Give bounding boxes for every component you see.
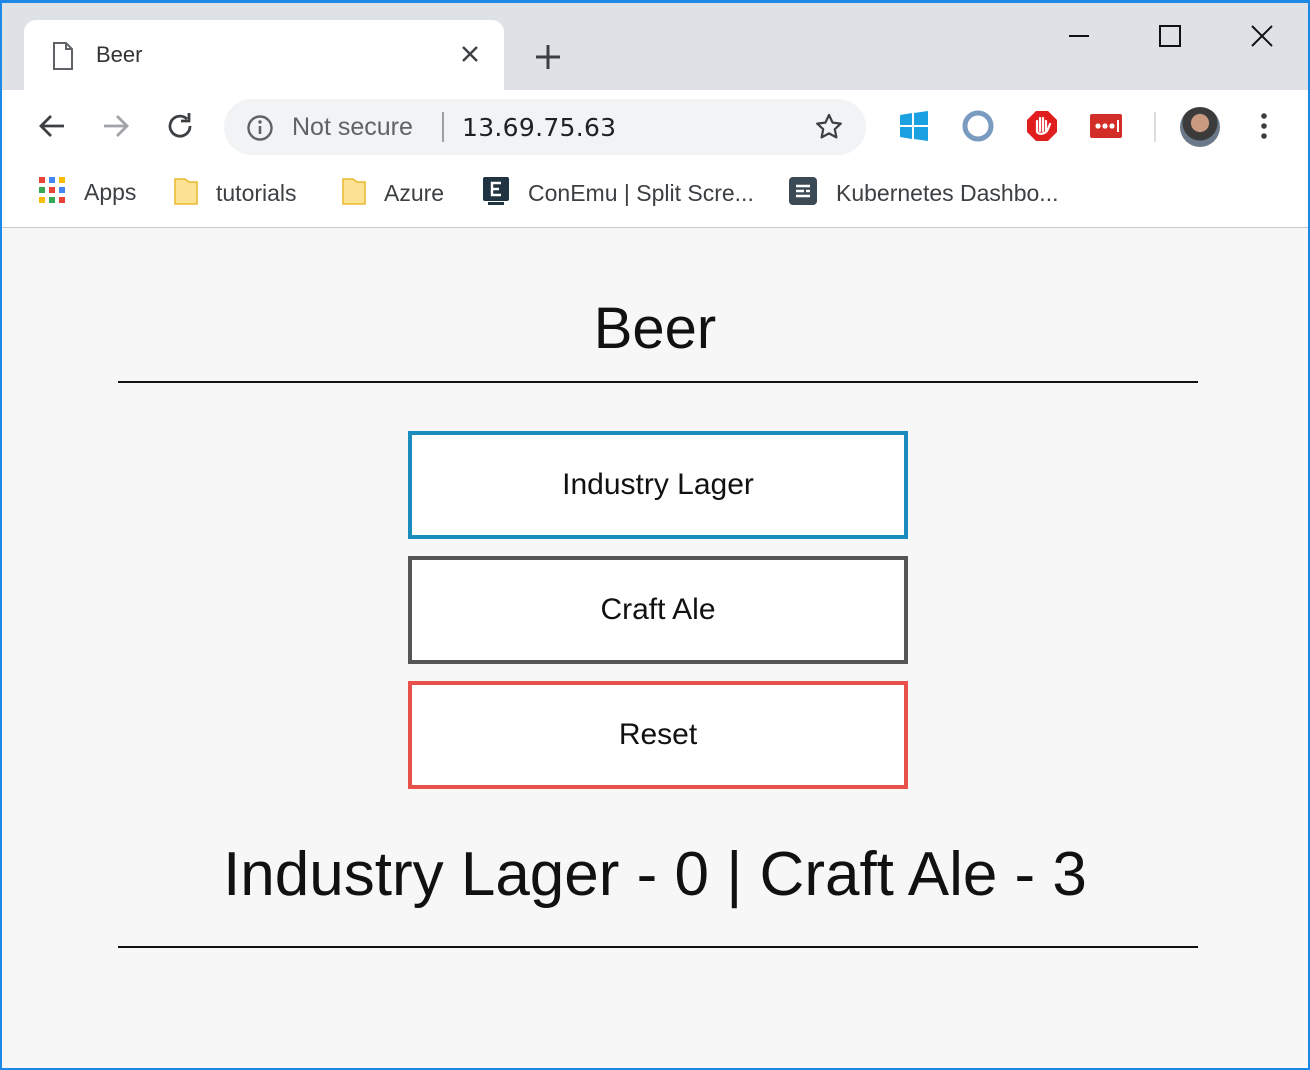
security-label: Not secure: [292, 113, 413, 141]
url-text[interactable]: 13.69.75.63: [462, 113, 616, 142]
close-window-icon[interactable]: [1251, 25, 1273, 52]
page-icon: [52, 42, 74, 75]
more-menu-icon[interactable]: [1254, 110, 1274, 147]
craft-ale-button[interactable]: Craft Ale: [408, 556, 908, 664]
page-content: Beer Industry Lager Craft Ale Reset Indu…: [2, 229, 1308, 1068]
bookmark-star-icon[interactable]: [814, 112, 844, 147]
industry-lager-button[interactable]: Industry Lager: [408, 431, 908, 539]
toolbar-separator: [1154, 112, 1156, 142]
bookmark-label: tutorials: [216, 180, 297, 206]
bookmark-label: Kubernetes Dashbo...: [836, 180, 1059, 206]
browser-toolbar: Not secure 13.69.75.63: [2, 90, 1308, 162]
bookmark-label: ConEmu | Split Scre...: [528, 180, 754, 206]
tab-strip: Beer: [2, 3, 1308, 90]
lastpass-icon[interactable]: [1090, 110, 1122, 142]
maximize-icon[interactable]: [1159, 25, 1181, 52]
tab-beer[interactable]: Beer: [24, 20, 504, 90]
folder-icon: [174, 176, 198, 211]
bookmark-apps[interactable]: Apps: [38, 176, 136, 209]
info-icon[interactable]: [246, 114, 274, 147]
new-tab-icon[interactable]: [534, 43, 562, 76]
vote-results: Industry Lager - 0 | Craft Ale - 3: [223, 840, 1087, 909]
bookmark-azure[interactable]: Azure: [342, 176, 444, 211]
back-arrow-icon[interactable]: [36, 110, 68, 147]
bookmark-conemu[interactable]: ConEmu | Split Scre...: [482, 176, 754, 211]
folder-icon: [342, 176, 366, 211]
reset-button[interactable]: Reset: [408, 681, 908, 789]
divider-top: [118, 381, 1198, 383]
kubernetes-dashboard-icon: [788, 176, 818, 211]
conemu-icon: [482, 176, 510, 211]
minimize-icon[interactable]: [1068, 25, 1090, 52]
close-tab-icon[interactable]: [460, 44, 480, 69]
windows-icon[interactable]: [898, 110, 930, 142]
bookmark-tutorials[interactable]: tutorials: [174, 176, 297, 211]
forward-arrow-icon[interactable]: [100, 110, 132, 147]
bookmark-label: Apps: [84, 179, 137, 205]
adblock-icon[interactable]: [1026, 110, 1058, 142]
profile-avatar[interactable]: [1180, 107, 1220, 147]
address-bar[interactable]: Not secure 13.69.75.63: [224, 99, 866, 155]
reload-icon[interactable]: [164, 110, 196, 147]
apps-grid-icon: [38, 176, 66, 209]
extension-ring-icon[interactable]: [962, 110, 994, 142]
tab-title: Beer: [96, 42, 143, 67]
bookmarks-bar: Apps tutorials Azure ConEmu | Split Scre…: [2, 162, 1308, 228]
divider-bottom: [118, 946, 1198, 948]
browser-window: Beer Not secure 13.69.75.63 Apps tutoria…: [0, 0, 1310, 1070]
address-separator: [442, 112, 444, 142]
bookmark-label: Azure: [384, 180, 445, 206]
bookmark-kubernetes[interactable]: Kubernetes Dashbo...: [788, 176, 1058, 211]
page-title: Beer: [593, 296, 717, 361]
